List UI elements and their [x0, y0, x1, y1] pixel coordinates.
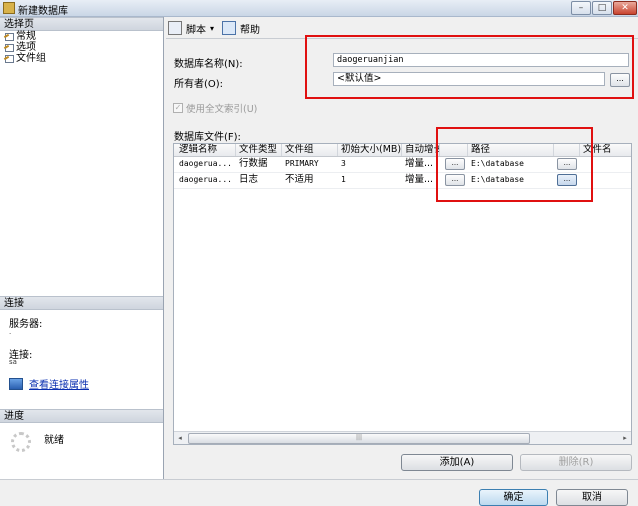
server-label: 服务器: [9, 319, 43, 330]
title-bar: 新建数据库 – □ ✕ [0, 0, 638, 17]
page-item-options[interactable]: 选项 [4, 42, 46, 53]
column-autogrowth[interactable]: 自动增长 [402, 144, 440, 156]
script-icon [168, 21, 182, 35]
page-icon [4, 54, 14, 63]
help-icon [222, 21, 237, 35]
progress-header: 进度 [0, 409, 163, 423]
view-connection-properties-link[interactable]: 查看连接属性 [9, 376, 89, 391]
progress-status: 就绪 [44, 435, 64, 446]
column-filegroup[interactable]: 文件组 [282, 144, 338, 156]
connection-properties-icon [9, 377, 23, 390]
owner-label: 所有者(O): [174, 79, 224, 90]
script-button[interactable]: 脚本 [186, 21, 206, 36]
column-initial-size[interactable]: 初始大小(MB) [338, 144, 402, 156]
fulltext-label: 使用全文索引(U) [186, 104, 258, 115]
cell-logical-name: daogerua... [179, 175, 232, 184]
cell-initial-size[interactable]: 3 [338, 156, 402, 172]
cell-initial-size[interactable]: 1 [338, 172, 402, 188]
maximize-button[interactable]: □ [592, 1, 612, 15]
page-icon [4, 43, 14, 52]
link-label: 查看连接属性 [29, 380, 89, 391]
ok-button[interactable]: 确定 [479, 489, 548, 506]
column-logical-name[interactable]: 逻辑名称 [176, 144, 236, 156]
highlight-box [305, 35, 634, 99]
window-title: 新建数据库 [18, 6, 68, 17]
fulltext-checkbox[interactable]: ✓ 使用全文索引(U) [173, 101, 257, 115]
progress-spinner-icon [11, 432, 31, 452]
select-page-header: 选择页 [0, 17, 163, 31]
page-label: 常规 [16, 31, 36, 42]
cell-logical-name: daogerua... [179, 159, 232, 168]
help-button[interactable]: 帮助 [240, 21, 260, 36]
scroll-left-icon[interactable]: ◂ [174, 432, 186, 444]
page-icon [4, 32, 14, 41]
column-file-type[interactable]: 文件类型 [236, 144, 282, 156]
checkbox-icon[interactable]: ✓ [173, 103, 183, 113]
chevron-down-icon[interactable]: ▾ [210, 24, 214, 33]
cell-file-type: 日志 [239, 174, 259, 185]
cell-filegroup: 不适用 [285, 174, 314, 185]
close-button[interactable]: ✕ [613, 1, 637, 15]
page-list: 常规 选项 文件组 [4, 31, 46, 64]
remove-button[interactable]: 删除(R) [520, 454, 632, 471]
minimize-button[interactable]: – [571, 1, 591, 15]
page-item-filegroups[interactable]: 文件组 [4, 53, 46, 64]
connection-value: sa [9, 358, 17, 366]
scroll-right-icon[interactable]: ▸ [619, 432, 631, 444]
cell-file-type: 行数据 [239, 158, 268, 169]
db-files-label: 数据库文件(F): [174, 132, 241, 143]
server-value: . [9, 328, 12, 336]
highlight-box [436, 127, 593, 202]
horizontal-scrollbar[interactable]: ◂ ||| ▸ [174, 431, 631, 444]
connection-header: 连接 [0, 296, 163, 310]
cancel-button[interactable]: 取消 [556, 489, 628, 506]
toolbar: 脚本 ▾ 帮助 [168, 20, 260, 36]
cell-filegroup: PRIMARY [285, 159, 319, 168]
scroll-thumb[interactable]: ||| [188, 433, 530, 444]
page-label: 选项 [16, 42, 36, 53]
add-button[interactable]: 添加(A) [401, 454, 513, 471]
page-label: 文件组 [16, 53, 46, 64]
page-item-general[interactable]: 常规 [4, 31, 46, 42]
db-name-label: 数据库名称(N): [174, 59, 243, 70]
database-icon [3, 2, 15, 14]
